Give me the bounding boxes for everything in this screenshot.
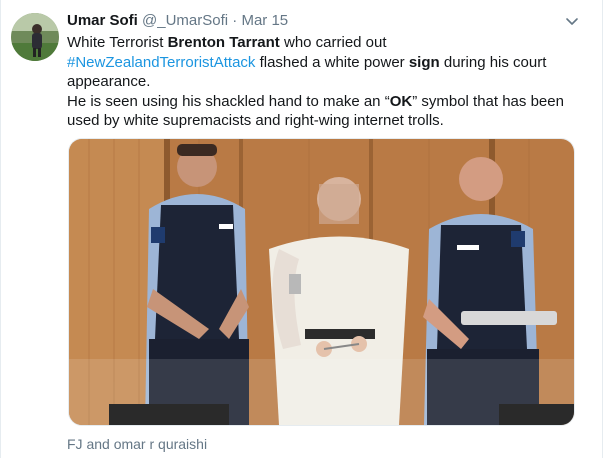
- tweet-paragraph-2: He is seen using his shackled hand to ma…: [67, 92, 587, 131]
- tweet-card[interactable]: Umar Sofi @_UmarSofi · Mar 15 White Terr…: [0, 0, 603, 458]
- hashtag-link[interactable]: #NewZealandTerroristAttack: [67, 54, 255, 71]
- tweet-header: Umar Sofi @_UmarSofi · Mar 15: [67, 11, 562, 31]
- photo-icon: [69, 139, 574, 425]
- text-segment: He is seen using his shackled hand to ma…: [67, 92, 390, 110]
- tweet-photo[interactable]: [68, 138, 575, 426]
- separator-dot: ·: [232, 12, 238, 29]
- text-bold-name: Brenton Tarrant: [167, 34, 280, 51]
- text-bold-ok: OK: [389, 92, 413, 110]
- avatar[interactable]: [11, 13, 59, 61]
- tweet-paragraph-1: White Terrorist Brenton Tarrant who carr…: [67, 33, 587, 92]
- text-segment: flashed a white power: [255, 53, 409, 71]
- author-name[interactable]: Umar Sofi: [67, 12, 138, 29]
- chevron-down-icon[interactable]: [564, 13, 580, 29]
- text-segment: who carried out: [279, 34, 387, 51]
- tweet-date[interactable]: Mar 15: [241, 12, 288, 29]
- liked-by-text[interactable]: FJ and omar r quraishi: [67, 436, 207, 452]
- author-handle[interactable]: @_UmarSofi: [142, 12, 228, 29]
- tweet-text: White Terrorist Brenton Tarrant who carr…: [67, 33, 587, 131]
- text-bold-sign: sign: [408, 53, 440, 71]
- avatar-image: [11, 13, 59, 61]
- text-segment: White Terrorist: [67, 34, 168, 51]
